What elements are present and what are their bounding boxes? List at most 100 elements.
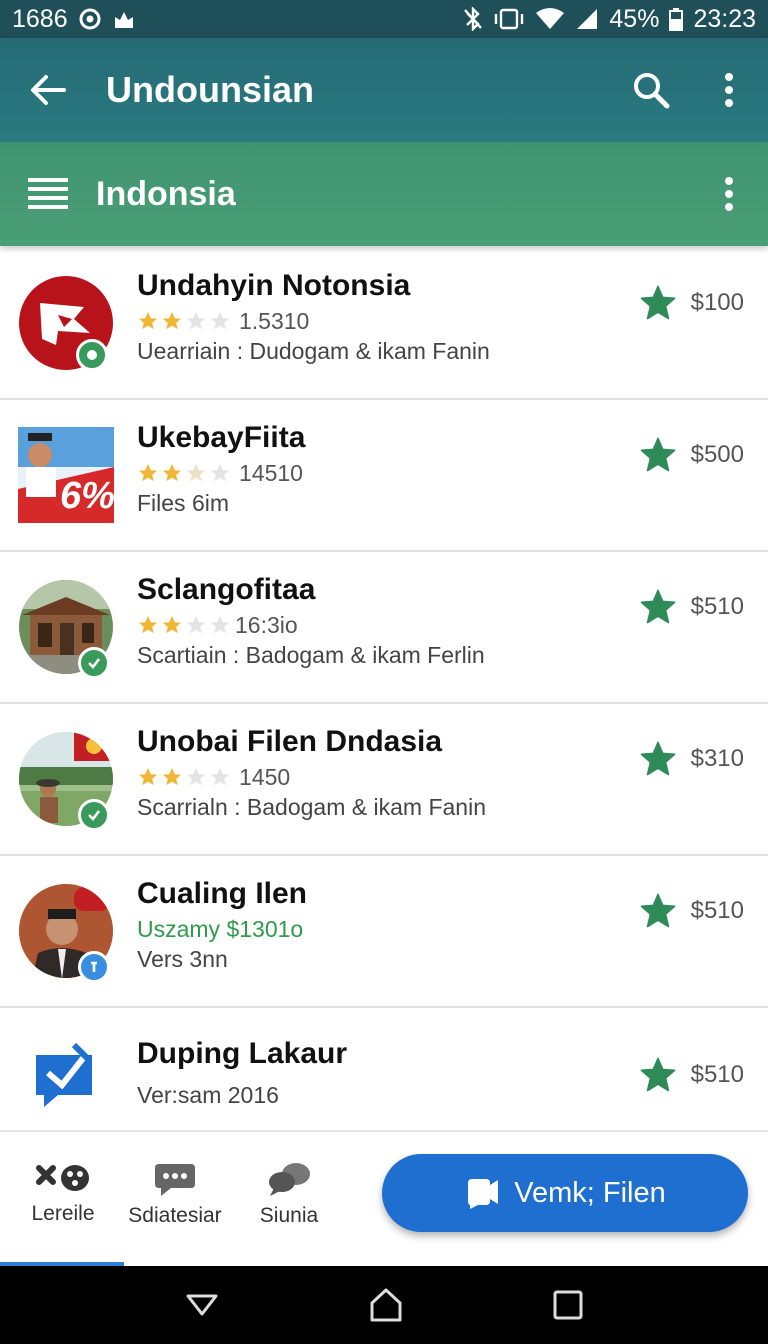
app-name: UkebayFiita (137, 421, 306, 454)
arrow-left-icon (31, 75, 66, 105)
price: $100 (690, 289, 744, 316)
verified-badge-icon (78, 799, 110, 831)
nav-item-lereile[interactable]: Lereile (8, 1162, 118, 1226)
list-item[interactable]: Undahyin Notonsia 1.5310 Uearriain : Dud… (0, 248, 768, 400)
rating: 1.5310 (137, 306, 608, 336)
battery-percent: 45% (609, 4, 660, 33)
chat-bubble-icon (155, 1164, 195, 1196)
favorite-star-icon[interactable] (639, 740, 677, 778)
favorite-star-icon[interactable] (639, 588, 677, 626)
star-empty-icon (186, 767, 206, 786)
favorite-star-icon[interactable] (639, 1056, 677, 1094)
nav-label: Lereile (31, 1202, 95, 1225)
section-more-button[interactable] (690, 142, 768, 246)
list-item[interactable]: Sclangofitaa 16:3io Scartiain : Badogam … (0, 552, 768, 704)
star-empty-icon (210, 767, 230, 786)
star-filled-icon (138, 615, 158, 634)
chat-bubbles-icon (269, 1163, 310, 1196)
app-subtitle: Scartiain : Badogam & ikam Ferlin (137, 642, 485, 668)
app-subtitle: Scarrialn : Badogam & ikam Fanin (137, 794, 486, 820)
list-icon (28, 178, 68, 209)
price: $510 (690, 593, 744, 620)
search-button[interactable] (612, 38, 690, 142)
star-empty-icon (210, 311, 230, 330)
star-empty-icon (186, 311, 206, 330)
home-icon[interactable] (368, 1287, 404, 1323)
price: $510 (690, 1061, 744, 1088)
back-button[interactable] (0, 38, 96, 142)
installed-badge-icon (76, 339, 108, 371)
favorite-star-icon[interactable] (639, 436, 677, 474)
nav-label: Sdiatesiar (128, 1204, 222, 1227)
primary-action-label: Vemk; Filen (514, 1176, 666, 1209)
star-filled-icon (138, 463, 158, 482)
nav-item-siunia[interactable]: Siunia (234, 1162, 344, 1228)
app-bar: Undounsian (0, 38, 768, 142)
app-thumbnail (18, 579, 114, 679)
star-filled-icon (162, 767, 182, 786)
star-empty-icon (186, 463, 206, 482)
rating: 14510 (137, 458, 608, 488)
more-vert-icon (725, 73, 733, 107)
star-filled-icon (162, 311, 182, 330)
star-filled-icon (138, 767, 158, 786)
section-bar: Indonsia (0, 142, 768, 246)
app-subtitle: Ver:sam 2016 (137, 1082, 279, 1108)
star-filled-icon (162, 615, 182, 634)
app-thumbnail: 6% (18, 427, 115, 523)
vibrate-icon (493, 8, 525, 30)
app-subtitle: Uearriain : Dudogam & ikam Fanin (137, 338, 490, 364)
rating: 1450 (137, 762, 608, 792)
info-badge-icon (78, 951, 110, 983)
star-empty-icon (210, 463, 230, 482)
list-item[interactable]: Unobai Filen Dndasia 1450 Scarrialn : Ba… (0, 704, 768, 856)
nav-item-sdiatesiar[interactable]: Sdiatesiar (120, 1162, 230, 1228)
rating: 16:3io (137, 610, 608, 640)
status-time-left: 1686 (12, 4, 68, 33)
status-bar: 1686 45% 23:23 (0, 0, 768, 38)
recents-icon[interactable] (553, 1290, 583, 1320)
favorite-star-icon[interactable] (639, 284, 677, 322)
search-icon (634, 73, 670, 109)
app-thumbnail (18, 883, 114, 983)
section-title: Indonsia (96, 174, 236, 213)
price: $510 (690, 897, 744, 924)
app-name: Cualing Ilen (137, 877, 308, 910)
star-filled-icon (162, 463, 182, 482)
primary-action-button[interactable]: Vemk; Filen (382, 1154, 748, 1232)
rating-value: 14510 (239, 460, 303, 486)
star-empty-icon (210, 615, 230, 634)
price: $500 (690, 441, 744, 468)
overflow-menu-button[interactable] (690, 38, 768, 142)
app-status: Uszamy $1301o (137, 916, 304, 942)
system-nav-bar (0, 1266, 768, 1344)
rating-value: 16:3io (235, 612, 298, 638)
price: $310 (690, 745, 744, 772)
verified-badge-icon (78, 647, 110, 679)
signal-icon (575, 7, 599, 31)
list-item[interactable]: 6% UkebayFiita 14510 Files 6im $500 (0, 400, 768, 552)
app-list: Undahyin Notonsia 1.5310 Uearriain : Dud… (0, 248, 768, 1142)
nav-label: Siunia (259, 1204, 319, 1227)
favorite-star-icon[interactable] (639, 892, 677, 930)
list-item[interactable]: Duping Lakaur Ver:sam 2016 $510 (0, 1008, 768, 1142)
status-clock: 23:23 (693, 4, 756, 33)
app-name: Unobai Filen Dndasia (137, 725, 443, 758)
target-icon (78, 7, 102, 31)
app-name: Undahyin Notonsia (137, 269, 411, 302)
app-subtitle: Files 6im (137, 490, 230, 516)
bottom-nav: Lereile Sdiatesiar Siunia Vemk; Filen (0, 1130, 768, 1266)
app-thumbnail (18, 1027, 114, 1123)
star-filled-icon (138, 311, 158, 330)
app-thumbnail (18, 275, 114, 371)
app-name: Duping Lakaur (137, 1037, 348, 1070)
app-thumbnail (18, 731, 114, 831)
poster-text: 6% (60, 475, 115, 517)
back-triangle-icon[interactable] (185, 1293, 219, 1317)
more-vert-icon (725, 177, 733, 211)
list-item[interactable]: Cualing Ilen Uszamy $1301o Vers 3nn $510 (0, 856, 768, 1008)
rating-value: 1450 (239, 764, 291, 790)
list-menu-button[interactable] (0, 142, 96, 246)
app-subtitle: Vers 3nn (137, 946, 228, 972)
notification-icon (112, 8, 136, 30)
